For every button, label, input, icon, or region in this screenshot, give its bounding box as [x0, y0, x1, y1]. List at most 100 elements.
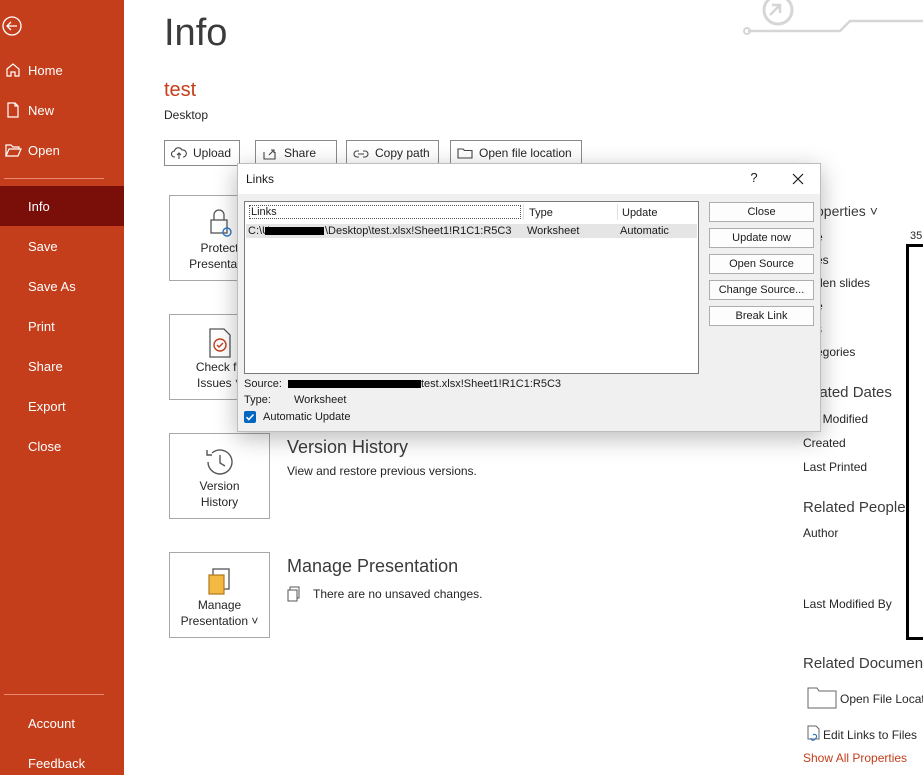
column-header-update[interactable]: Update [622, 206, 657, 220]
redaction-bar [265, 227, 324, 235]
change-source-button[interactable]: Change Source... [709, 280, 814, 300]
last-modified-label: t Modified [816, 412, 869, 426]
created-label: Created [803, 436, 846, 450]
automatic-update-label[interactable]: Automatic Update [263, 411, 350, 423]
sidebar-divider [4, 694, 104, 695]
property-count-value: 35 [910, 230, 923, 242]
links-list[interactable]: Links Type Update C:\U \Desktop\test.xls… [244, 201, 699, 374]
lock-search-icon [210, 209, 232, 237]
links-dialog: Links ? Links Type Update C:\U \Desktop\… [237, 163, 821, 432]
redaction-bar [288, 380, 421, 388]
link-update: Automatic [620, 225, 669, 237]
nav-account[interactable]: Account [0, 703, 124, 743]
link-icon [353, 150, 369, 158]
manage-presentation-tile[interactable]: Manage Presentation ˅ [169, 552, 270, 638]
related-documents-header: Related Documen [803, 655, 923, 672]
copy-path-label: Copy path [375, 146, 430, 160]
nav-label: New [28, 102, 55, 118]
related-dates-header: lated Dates [816, 384, 892, 401]
page-title: Info [164, 12, 228, 54]
tile-label: Version [199, 479, 240, 493]
dialog-titlebar[interactable]: Links ? [238, 164, 820, 194]
upload-label: Upload [193, 146, 232, 160]
property-categories: egories [816, 345, 856, 359]
edit-links-icon [807, 725, 820, 741]
related-people-header: Related People [803, 499, 906, 516]
nav-feedback[interactable]: Feedback [0, 743, 124, 783]
version-history-desc: View and restore previous versions. [287, 464, 477, 478]
folder-icon [457, 148, 473, 159]
manage-presentation-desc: There are no unsaved changes. [313, 587, 483, 601]
document-status-icon [287, 586, 300, 602]
nav-label: Save As [28, 278, 76, 294]
author-label: Author [803, 526, 839, 540]
nav-save[interactable]: Save [0, 226, 124, 266]
nav-label: Info [28, 198, 50, 214]
column-header-links[interactable]: Links [249, 205, 521, 219]
version-history-title: Version History [287, 437, 409, 457]
column-header-type[interactable]: Type [529, 206, 553, 220]
nav-save-as[interactable]: Save As [0, 266, 124, 306]
nav-export[interactable]: Export [0, 386, 124, 426]
property-hidden-slides: den slides [816, 276, 871, 290]
nav-label: Export [28, 398, 66, 414]
automatic-update-checkbox[interactable] [244, 411, 256, 423]
tile-label: Presentation ˅ [180, 614, 259, 628]
back-arrow-icon[interactable] [2, 16, 22, 36]
cloud-upload-icon [171, 147, 187, 159]
folder-icon [807, 687, 837, 709]
column-separator [523, 204, 524, 220]
version-history-tile[interactable]: Version History [169, 433, 270, 519]
dialog-title: Links [246, 172, 275, 186]
nav-new[interactable]: New [0, 90, 124, 130]
tile-label: History [200, 495, 239, 509]
nav-label: Open [28, 142, 60, 158]
nav-info[interactable]: Info [0, 186, 124, 226]
open-source-button[interactable]: Open Source [709, 254, 814, 274]
link-path-suffix: \Desktop\test.xlsx!Sheet1!R1C1:R5C3 [325, 225, 512, 237]
manage-documents-icon [208, 568, 230, 595]
history-clock-icon [206, 449, 233, 475]
source-value: test.xlsx!Sheet1!R1C1:R5C3 [421, 378, 562, 390]
properties-header[interactable]: operties ˅ [816, 203, 878, 219]
show-all-properties-link[interactable]: Show All Properties [803, 751, 907, 765]
upload-button[interactable]: Upload [164, 140, 241, 166]
update-now-button[interactable]: Update now [709, 228, 814, 248]
share-label: Share [284, 146, 317, 160]
last-printed-label: Last Printed [803, 460, 868, 474]
edit-links-to-files-link[interactable]: Edit Links to Files [823, 728, 917, 742]
file-location: Desktop [164, 108, 209, 122]
column-separator [617, 204, 618, 220]
tile-label: Manage [197, 598, 242, 612]
type-label: Type: [244, 394, 271, 406]
break-link-button[interactable]: Break Link [709, 306, 814, 326]
nav-label: Home [28, 62, 63, 78]
close-icon[interactable] [787, 169, 809, 189]
nav-label: Share [28, 358, 63, 374]
sidebar-divider [4, 178, 104, 179]
source-label: Source: [244, 378, 282, 390]
close-button[interactable]: Close [709, 202, 814, 222]
nav-label: Feedback [28, 755, 86, 771]
nav-print[interactable]: Print [0, 306, 124, 346]
nav-label: Account [28, 715, 75, 731]
circuit-decoration-icon [743, 0, 923, 35]
nav-share[interactable]: Share [0, 346, 124, 386]
nav-home[interactable]: Home [0, 50, 124, 90]
link-row[interactable]: C:\U \Desktop\test.xlsx!Sheet1!R1C1:R5C3… [246, 224, 697, 238]
property-values-redaction [906, 244, 923, 640]
share-icon [263, 149, 276, 160]
nav-label: Close [28, 438, 62, 454]
help-button[interactable]: ? [744, 170, 764, 188]
nav-close[interactable]: Close [0, 426, 124, 466]
file-name: test [164, 79, 197, 101]
new-document-icon [7, 102, 19, 118]
link-type: Worksheet [527, 225, 580, 237]
backstage-sidebar: Home New Open Info Save Save As Print Sh… [0, 0, 124, 775]
open-file-location-link[interactable]: Open File Locat [840, 692, 923, 706]
last-modified-by-label: Last Modified By [803, 597, 892, 611]
checkmark-icon [245, 413, 255, 421]
nav-open[interactable]: Open [0, 130, 124, 170]
manage-presentation-title: Manage Presentation [287, 556, 459, 576]
open-location-label: Open file location [479, 146, 572, 160]
